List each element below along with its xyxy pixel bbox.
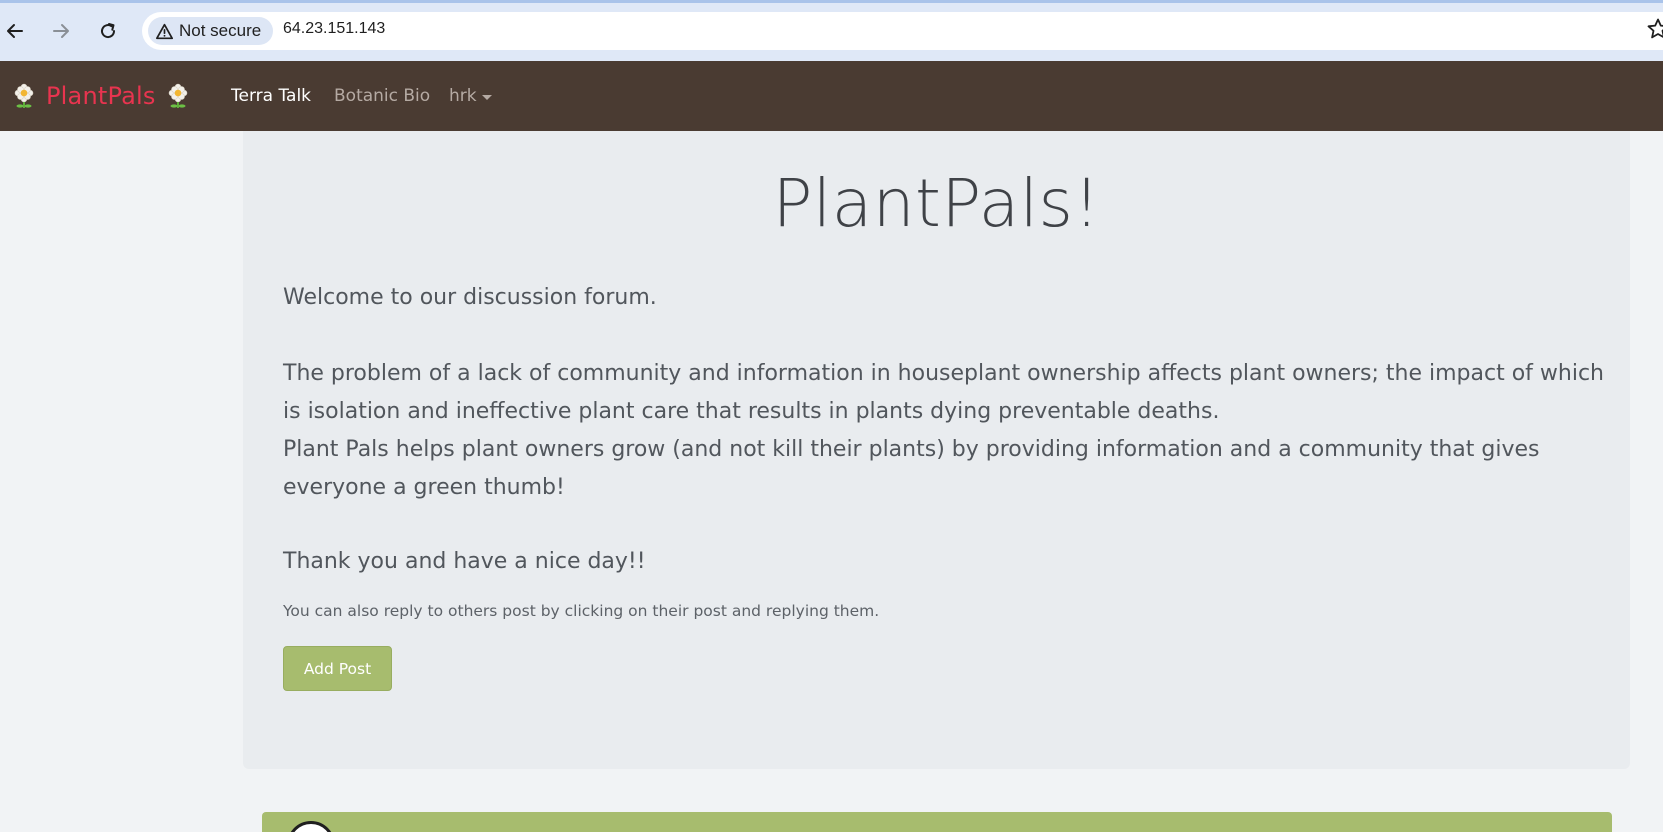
brand-name: PlantPals [46, 82, 156, 110]
arrow-left-icon [7, 24, 23, 38]
back-button[interactable] [2, 18, 28, 44]
security-label: Not secure [179, 21, 262, 40]
solution-text: Plant Pals helps plant owners grow (and … [283, 437, 1540, 500]
star-icon [1647, 18, 1663, 39]
warning-triangle-icon [156, 23, 173, 39]
mission-statement: The problem of a lack of community and i… [283, 355, 1623, 507]
browser-toolbar: Not secure 64.23.151.143 [0, 0, 1663, 61]
arrow-right-icon [53, 24, 69, 38]
site-navbar: PlantPals Terra Talk Botanic Bio hrk [0, 61, 1663, 131]
forward-button[interactable] [48, 18, 74, 44]
thanks-text: Thank you and have a nice day!! [283, 549, 646, 574]
chevron-down-icon [481, 94, 492, 100]
forum-intro: PlantPals! Welcome to our discussion for… [243, 131, 1630, 769]
problem-text: The problem of a lack of community and i… [283, 361, 1604, 424]
avatar [287, 821, 335, 832]
reload-button[interactable] [95, 18, 121, 44]
reply-hint: You can also reply to others post by cli… [283, 602, 880, 620]
page-title: PlantPals! [772, 165, 1101, 242]
user-dropdown[interactable]: hrk [449, 86, 492, 106]
daisy-flower-icon [168, 83, 187, 108]
post-card[interactable] [262, 812, 1612, 832]
welcome-text: Welcome to our discussion forum. [283, 285, 657, 310]
brand-link[interactable]: PlantPals [12, 61, 190, 131]
url-text[interactable]: 64.23.151.143 [283, 20, 385, 38]
tab-strip-edge [0, 0, 1663, 3]
daisy-flower-icon [14, 83, 34, 108]
nav-terra-talk[interactable]: Terra Talk [231, 86, 311, 106]
reload-icon [101, 23, 116, 39]
nav-botanic-bio[interactable]: Botanic Bio [334, 86, 430, 106]
add-post-button[interactable]: Add Post [283, 646, 392, 691]
user-name: hrk [449, 86, 477, 106]
bookmark-button[interactable] [1646, 17, 1663, 45]
security-indicator[interactable]: Not secure [148, 17, 274, 45]
